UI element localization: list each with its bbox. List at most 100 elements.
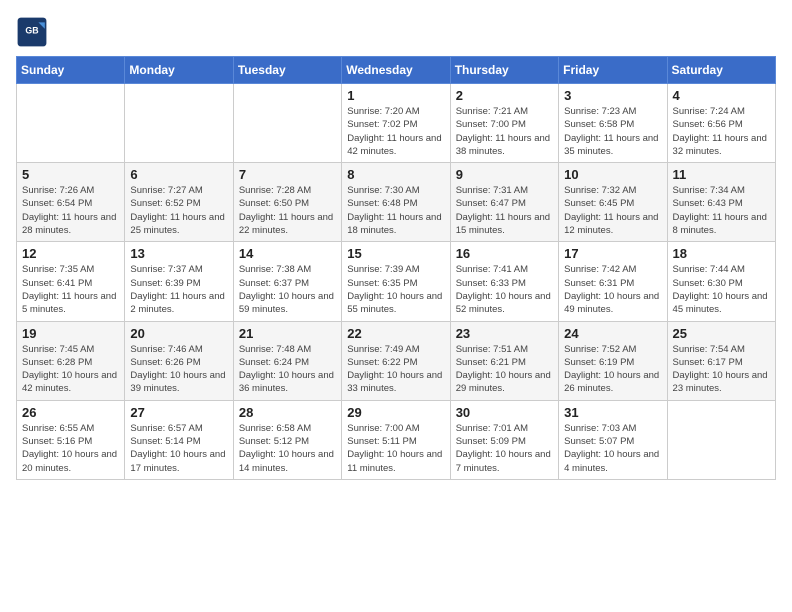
day-number: 21 — [239, 326, 336, 341]
logo-icon: GB — [16, 16, 48, 48]
calendar-cell — [125, 84, 233, 163]
week-row-5: 26Sunrise: 6:55 AM Sunset: 5:16 PM Dayli… — [17, 400, 776, 479]
day-info: Sunrise: 6:55 AM Sunset: 5:16 PM Dayligh… — [22, 422, 119, 475]
calendar-cell: 4 Sunrise: 7:24 AM Sunset: 6:56 PM Daylig… — [667, 84, 775, 163]
day-info: Sunrise: 7:54 AM Sunset: 6:17 PM Dayligh… — [673, 343, 770, 396]
week-row-1: 1 Sunrise: 7:20 AM Sunset: 7:02 PM Daylig… — [17, 84, 776, 163]
day-number: 6 — [130, 167, 227, 182]
day-info: Sunrise: 7:30 AM Sunset: 6:48 PM Dayligh… — [347, 184, 444, 237]
calendar-cell — [17, 84, 125, 163]
calendar-cell: 18 Sunrise: 7:44 AM Sunset: 6:30 PM Dayli… — [667, 242, 775, 321]
calendar-cell: 26Sunrise: 6:55 AM Sunset: 5:16 PM Dayli… — [17, 400, 125, 479]
day-info: Sunrise: 7:32 AM Sunset: 6:45 PM Dayligh… — [564, 184, 661, 237]
day-number: 4 — [673, 88, 770, 103]
calendar-cell — [667, 400, 775, 479]
day-info: Sunrise: 7:42 AM Sunset: 6:31 PM Dayligh… — [564, 263, 661, 316]
day-info: Sunrise: 7:41 AM Sunset: 6:33 PM Dayligh… — [456, 263, 553, 316]
day-info: Sunrise: 7:21 AM Sunset: 7:00 PM Dayligh… — [456, 105, 553, 158]
calendar-cell: 28 Sunrise: 6:58 AM Sunset: 5:12 PM Dayli… — [233, 400, 341, 479]
day-number: 13 — [130, 246, 227, 261]
day-info: Sunrise: 6:57 AM Sunset: 5:14 PM Dayligh… — [130, 422, 227, 475]
day-info: Sunrise: 7:23 AM Sunset: 6:58 PM Dayligh… — [564, 105, 661, 158]
page-header: GB — [16, 16, 776, 48]
day-info: Sunrise: 7:51 AM Sunset: 6:21 PM Dayligh… — [456, 343, 553, 396]
day-number: 5 — [22, 167, 119, 182]
weekday-header-sunday: Sunday — [17, 57, 125, 84]
day-info: Sunrise: 7:35 AM Sunset: 6:41 PM Dayligh… — [22, 263, 119, 316]
calendar-cell: 23 Sunrise: 7:51 AM Sunset: 6:21 PM Dayli… — [450, 321, 558, 400]
svg-text:GB: GB — [25, 26, 38, 36]
day-number: 29 — [347, 405, 444, 420]
day-number: 1 — [347, 88, 444, 103]
day-number: 28 — [239, 405, 336, 420]
calendar-cell: 22 Sunrise: 7:49 AM Sunset: 6:22 PM Dayli… — [342, 321, 450, 400]
day-number: 15 — [347, 246, 444, 261]
day-number: 24 — [564, 326, 661, 341]
calendar-table: SundayMondayTuesdayWednesdayThursdayFrid… — [16, 56, 776, 480]
calendar-cell: 9Sunrise: 7:31 AM Sunset: 6:47 PM Daylig… — [450, 163, 558, 242]
weekday-header-tuesday: Tuesday — [233, 57, 341, 84]
weekday-header-row: SundayMondayTuesdayWednesdayThursdayFrid… — [17, 57, 776, 84]
calendar-cell: 14 Sunrise: 7:38 AM Sunset: 6:37 PM Dayli… — [233, 242, 341, 321]
calendar-cell: 6 Sunrise: 7:27 AM Sunset: 6:52 PM Daylig… — [125, 163, 233, 242]
calendar-cell: 30 Sunrise: 7:01 AM Sunset: 5:09 PM Dayli… — [450, 400, 558, 479]
day-number: 18 — [673, 246, 770, 261]
calendar-cell: 24 Sunrise: 7:52 AM Sunset: 6:19 PM Dayli… — [559, 321, 667, 400]
day-number: 31 — [564, 405, 661, 420]
day-number: 30 — [456, 405, 553, 420]
day-info: Sunrise: 7:52 AM Sunset: 6:19 PM Dayligh… — [564, 343, 661, 396]
day-number: 14 — [239, 246, 336, 261]
day-info: Sunrise: 7:48 AM Sunset: 6:24 PM Dayligh… — [239, 343, 336, 396]
weekday-header-saturday: Saturday — [667, 57, 775, 84]
day-info: Sunrise: 7:38 AM Sunset: 6:37 PM Dayligh… — [239, 263, 336, 316]
day-info: Sunrise: 7:28 AM Sunset: 6:50 PM Dayligh… — [239, 184, 336, 237]
calendar-cell: 11 Sunrise: 7:34 AM Sunset: 6:43 PM Dayli… — [667, 163, 775, 242]
calendar-cell: 7 Sunrise: 7:28 AM Sunset: 6:50 PM Daylig… — [233, 163, 341, 242]
day-info: Sunrise: 7:26 AM Sunset: 6:54 PM Dayligh… — [22, 184, 119, 237]
weekday-header-monday: Monday — [125, 57, 233, 84]
calendar-cell: 21 Sunrise: 7:48 AM Sunset: 6:24 PM Dayli… — [233, 321, 341, 400]
day-info: Sunrise: 7:00 AM Sunset: 5:11 PM Dayligh… — [347, 422, 444, 475]
calendar-cell: 25Sunrise: 7:54 AM Sunset: 6:17 PM Dayli… — [667, 321, 775, 400]
calendar-cell: 31Sunrise: 7:03 AM Sunset: 5:07 PM Dayli… — [559, 400, 667, 479]
weekday-header-thursday: Thursday — [450, 57, 558, 84]
day-info: Sunrise: 7:27 AM Sunset: 6:52 PM Dayligh… — [130, 184, 227, 237]
day-number: 2 — [456, 88, 553, 103]
day-number: 10 — [564, 167, 661, 182]
day-number: 12 — [22, 246, 119, 261]
day-info: Sunrise: 7:20 AM Sunset: 7:02 PM Dayligh… — [347, 105, 444, 158]
day-number: 7 — [239, 167, 336, 182]
calendar-cell: 8 Sunrise: 7:30 AM Sunset: 6:48 PM Daylig… — [342, 163, 450, 242]
calendar-cell: 2 Sunrise: 7:21 AM Sunset: 7:00 PM Daylig… — [450, 84, 558, 163]
day-info: Sunrise: 7:01 AM Sunset: 5:09 PM Dayligh… — [456, 422, 553, 475]
day-info: Sunrise: 7:31 AM Sunset: 6:47 PM Dayligh… — [456, 184, 553, 237]
day-number: 17 — [564, 246, 661, 261]
day-number: 23 — [456, 326, 553, 341]
calendar-cell: 17 Sunrise: 7:42 AM Sunset: 6:31 PM Dayli… — [559, 242, 667, 321]
calendar-cell: 1 Sunrise: 7:20 AM Sunset: 7:02 PM Daylig… — [342, 84, 450, 163]
day-info: Sunrise: 7:39 AM Sunset: 6:35 PM Dayligh… — [347, 263, 444, 316]
day-info: Sunrise: 6:58 AM Sunset: 5:12 PM Dayligh… — [239, 422, 336, 475]
day-info: Sunrise: 7:24 AM Sunset: 6:56 PM Dayligh… — [673, 105, 770, 158]
day-number: 3 — [564, 88, 661, 103]
day-info: Sunrise: 7:45 AM Sunset: 6:28 PM Dayligh… — [22, 343, 119, 396]
day-info: Sunrise: 7:44 AM Sunset: 6:30 PM Dayligh… — [673, 263, 770, 316]
day-info: Sunrise: 7:37 AM Sunset: 6:39 PM Dayligh… — [130, 263, 227, 316]
calendar-cell: 20Sunrise: 7:46 AM Sunset: 6:26 PM Dayli… — [125, 321, 233, 400]
calendar-cell: 29 Sunrise: 7:00 AM Sunset: 5:11 PM Dayli… — [342, 400, 450, 479]
day-info: Sunrise: 7:34 AM Sunset: 6:43 PM Dayligh… — [673, 184, 770, 237]
day-info: Sunrise: 7:46 AM Sunset: 6:26 PM Dayligh… — [130, 343, 227, 396]
calendar-cell — [233, 84, 341, 163]
day-number: 11 — [673, 167, 770, 182]
day-number: 16 — [456, 246, 553, 261]
calendar-cell: 27 Sunrise: 6:57 AM Sunset: 5:14 PM Dayli… — [125, 400, 233, 479]
day-info: Sunrise: 7:49 AM Sunset: 6:22 PM Dayligh… — [347, 343, 444, 396]
calendar-cell: 16 Sunrise: 7:41 AM Sunset: 6:33 PM Dayli… — [450, 242, 558, 321]
calendar-cell: 3 Sunrise: 7:23 AM Sunset: 6:58 PM Daylig… — [559, 84, 667, 163]
week-row-4: 19Sunrise: 7:45 AM Sunset: 6:28 PM Dayli… — [17, 321, 776, 400]
calendar-cell: 5 Sunrise: 7:26 AM Sunset: 6:54 PM Daylig… — [17, 163, 125, 242]
day-number: 22 — [347, 326, 444, 341]
day-number: 27 — [130, 405, 227, 420]
day-number: 8 — [347, 167, 444, 182]
calendar-cell: 12 Sunrise: 7:35 AM Sunset: 6:41 PM Dayli… — [17, 242, 125, 321]
